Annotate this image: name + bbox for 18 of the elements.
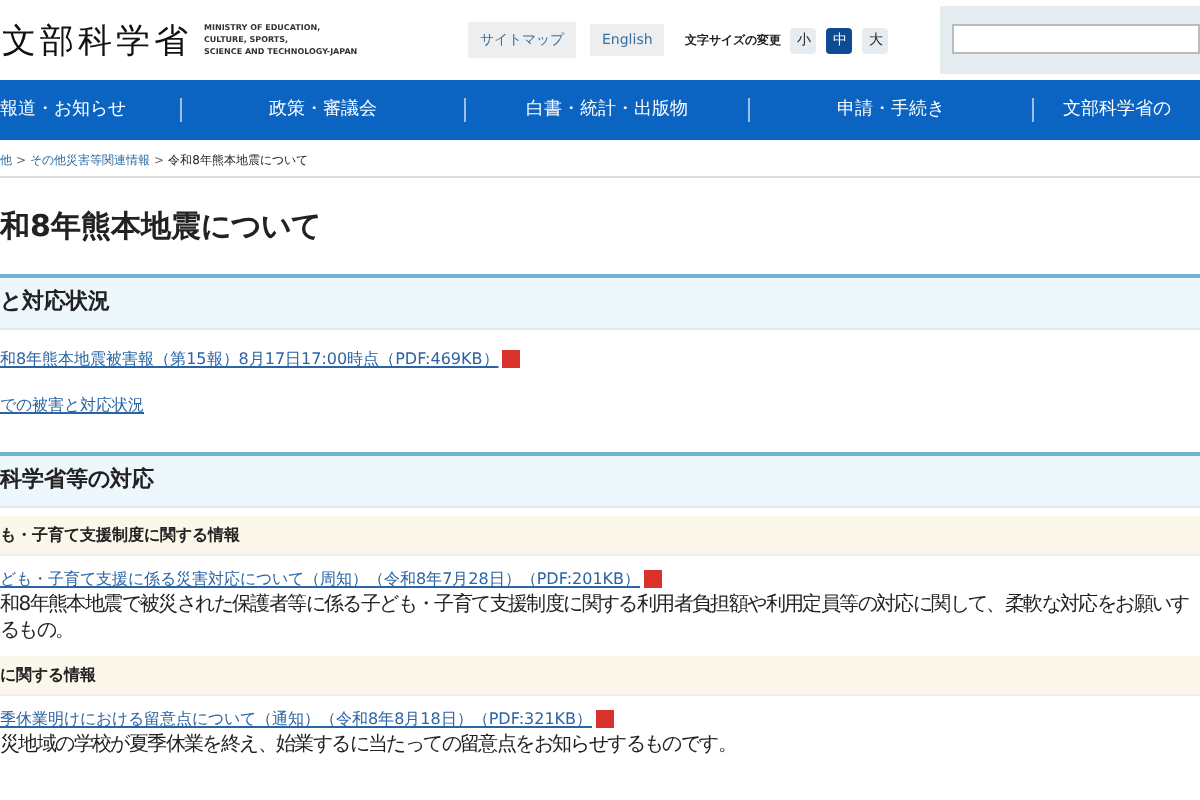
search-field[interactable] [952, 24, 1200, 54]
nav-item[interactable]: 文部科学省の [1032, 98, 1200, 122]
section-heading: 科学省等の対応 [0, 452, 1200, 508]
document-link[interactable]: での被害と対応状況 [0, 394, 144, 416]
nav-item[interactable]: 報道・お知らせ [0, 98, 180, 122]
nav-item[interactable]: 白書・統計・出版物 [464, 98, 748, 122]
description-text: 災地域の学校が夏季休業を終え、始業するに当たっての留意点をお知らせするものです。 [0, 732, 739, 758]
logo-text[interactable]: 文部科学省 [2, 17, 192, 63]
section-heading: と対応状況 [0, 274, 1200, 330]
document-link[interactable]: 和8年熊本地震被害報（第15報）8月17日17:00時点（PDF:469KB） [0, 348, 499, 370]
nav-item[interactable]: 申請・手続き [748, 98, 1032, 122]
document-link[interactable]: 季休業明けにおける留意点について（通知）（令和8年8月18日）（PDF:321KB） [0, 708, 593, 730]
subsection-heading: に関する情報 [0, 656, 1200, 696]
subsection-heading: も・子育て支援制度に関する情報 [0, 516, 1200, 556]
page-title: 和8年熊本地震について [0, 206, 323, 248]
document-link[interactable]: ども・子育て支援に係る災害対応について（周知）（令和8年7月28日）（PDF:201KB） [0, 568, 641, 590]
description-text: 和8年熊本地震で被災された保護者等に係る子ども・子育て支援制度に関する利用者負担額や利用定員等の対応に関して、柔軟な対応をお願いするもの。 [0, 592, 1191, 644]
nav-item[interactable]: 政策・審議会 [180, 98, 464, 122]
